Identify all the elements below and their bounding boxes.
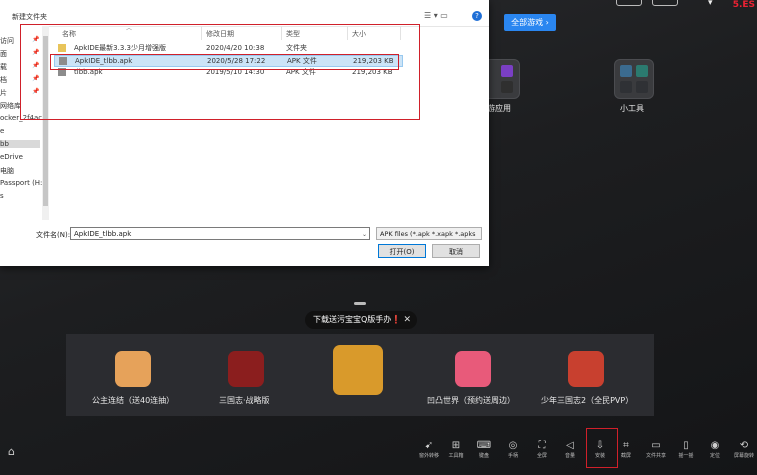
promo-tooltip[interactable]: 下载送污宝宝Q版手办❗ ✕ xyxy=(305,311,417,329)
location-icon: ◉ xyxy=(710,440,720,451)
highlight-box xyxy=(586,428,618,468)
toolbar-button[interactable]: ⛶ 全屏 xyxy=(529,440,555,460)
window-control-button[interactable] xyxy=(652,0,678,6)
toolbox-icon: ⊞ xyxy=(451,440,461,451)
folder-icon: ▭ xyxy=(651,440,661,451)
nav-item[interactable]: 网络库 xyxy=(0,101,21,111)
promo-tooltip-text: 下载送污宝宝Q版手办❗ xyxy=(313,315,402,324)
filename-label: 文件名(N): xyxy=(36,231,71,239)
drawer-handle[interactable] xyxy=(354,302,366,305)
nav-item[interactable]: 片 xyxy=(0,88,7,98)
tool-mini-icon xyxy=(620,81,632,93)
brand-logo: 5.ES xyxy=(732,0,755,10)
chevron-down-icon[interactable]: ⌄ xyxy=(362,228,367,241)
window-control-button[interactable] xyxy=(616,0,642,6)
tools-folder[interactable] xyxy=(614,59,654,99)
nav-item[interactable]: 面 xyxy=(0,49,7,59)
toolbar-button[interactable]: ◎ 手柄 xyxy=(500,440,526,460)
toolbar-button[interactable]: ◉ 定位 xyxy=(702,440,728,460)
tool-mini-icon xyxy=(620,65,632,77)
game-label[interactable]: 公主连结（送40连抽） xyxy=(92,395,174,406)
toolbar-button[interactable]: ⌨ 键盘 xyxy=(471,440,497,460)
nav-item[interactable]: 访问 xyxy=(0,36,14,46)
fullscreen-icon: ⛶ xyxy=(538,440,546,451)
all-games-button[interactable]: 全部游戏 › xyxy=(504,14,556,31)
cancel-button-label: 取消 xyxy=(449,248,463,256)
toolbar-label: 键盘 xyxy=(478,453,489,459)
nav-item[interactable]: s xyxy=(0,192,4,200)
toolbar-label: 全屏 xyxy=(536,453,547,459)
game-label[interactable]: 三国志·战略版 xyxy=(219,395,270,406)
help-icon[interactable]: ? xyxy=(472,11,482,21)
open-button[interactable]: 打开(O) xyxy=(378,244,426,258)
filename-value: ApkIDE_tlbb.apk xyxy=(74,230,132,238)
toolbar-label: 文件共享 xyxy=(645,453,666,459)
toolbar-button[interactable]: ⟲ 屏幕旋转 xyxy=(731,440,757,460)
shake-icon: ▯ xyxy=(683,440,689,451)
game-icon[interactable] xyxy=(455,351,491,387)
filetype-select[interactable]: APK files (*.apk *.xapk *.apks xyxy=(376,227,482,240)
nav-item[interactable]: 档 xyxy=(0,75,7,85)
tools-folder-label: 小工具 xyxy=(620,104,644,113)
game-icon[interactable] xyxy=(333,345,383,395)
toolbar-button[interactable]: ◁ 音量 xyxy=(557,440,583,460)
toolbar-button[interactable]: ▭ 文件共享 xyxy=(643,440,669,460)
game-label[interactable]: 少年三国志2（全民PVP） xyxy=(541,395,633,406)
tool-mini-icon xyxy=(636,81,648,93)
nav-item[interactable]: 电脑 xyxy=(0,166,14,176)
cursor-icon: ➹ xyxy=(424,440,434,451)
toolbar-button[interactable]: ⊞ 工具箱 xyxy=(443,440,469,460)
nav-item[interactable]: eDrive xyxy=(0,153,23,161)
close-icon[interactable]: ✕ xyxy=(403,311,411,329)
toolbar-label: 工具箱 xyxy=(448,453,464,459)
toolbar-label: 定位 xyxy=(709,453,720,459)
game-label[interactable]: 凹凸世界（预约送周边） xyxy=(427,395,515,406)
game-icon[interactable] xyxy=(568,351,604,387)
nav-item[interactable]: 载 xyxy=(0,62,7,72)
toolbar-label: 摇一摇 xyxy=(678,453,694,459)
new-folder-button[interactable]: 新建文件夹 xyxy=(12,12,47,22)
toolbar-button[interactable]: ▯ 摇一摇 xyxy=(673,440,699,460)
app-mini-icon xyxy=(501,81,513,93)
home-icon[interactable]: ⌂ xyxy=(8,445,15,458)
file-open-dialog: 新建文件夹 ☰ ▾ ▭ ? ︿ 访问 📌 面 📌 载 📌 档 📌 片 📌 网络库 ocker_2f4a… xyxy=(0,0,489,266)
filename-input[interactable]: ApkIDE_tlbb.apk ⌄ xyxy=(70,227,370,240)
nav-item[interactable]: bb xyxy=(0,140,40,148)
toolbar-label: 屏幕旋转 xyxy=(733,453,754,459)
tool-mini-icon xyxy=(636,65,648,77)
nav-item[interactable]: e xyxy=(0,127,4,135)
dialog-toolbar: 新建文件夹 ☰ ▾ ▭ ? xyxy=(0,0,489,27)
filetype-value: APK files (*.apk *.xapk *.apks xyxy=(380,230,476,238)
nav-item[interactable]: Passport (H: xyxy=(0,179,42,187)
highlight-box xyxy=(50,54,399,70)
chevron-down-icon[interactable]: ▾ xyxy=(708,0,713,8)
game-icon[interactable] xyxy=(115,351,151,387)
keyboard-icon: ⌨ xyxy=(476,440,492,451)
app-mini-icon xyxy=(501,65,513,77)
toolbar-label: 窗外转移 xyxy=(418,453,439,459)
rotate-icon: ⟲ xyxy=(739,440,749,451)
toolbar-button[interactable]: ➹ 窗外转移 xyxy=(416,440,442,460)
toolbar-label: 音量 xyxy=(564,453,575,459)
game-icon[interactable] xyxy=(228,351,264,387)
volume-icon: ◁ xyxy=(566,440,574,451)
toolbar-label: 手柄 xyxy=(507,453,518,459)
apps-folder-label: 游应用 xyxy=(487,104,511,113)
view-options-icon[interactable]: ☰ ▾ ▭ xyxy=(424,11,448,20)
highlight-box xyxy=(20,24,420,120)
open-button-label: 打开(O) xyxy=(389,248,415,256)
cancel-button[interactable]: 取消 xyxy=(432,244,480,258)
gamepad-icon: ◎ xyxy=(508,440,518,451)
